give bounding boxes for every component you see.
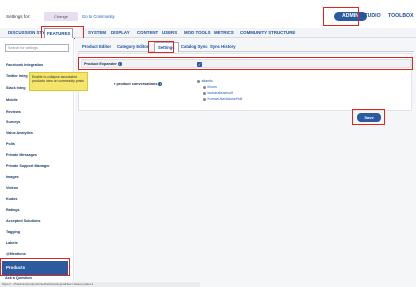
sidebar-item-polls[interactable]: Polls (6, 142, 15, 146)
tab-system[interactable]: SYSTEM (88, 28, 106, 38)
sidebar-item-videos[interactable]: Videos (6, 186, 18, 190)
tab-display[interactable]: DISPLAY (111, 28, 130, 38)
subtab-product-editor[interactable]: Product Editor (82, 42, 111, 52)
sidebar-item-mentions[interactable]: @Mentions (6, 252, 26, 256)
products-highlight (0, 258, 70, 276)
sidebar-item-surveys[interactable]: Surveys (6, 120, 20, 124)
top-bar: Settings for: Change Go to Community ADM… (0, 0, 416, 28)
tree-node-llinum[interactable]: llinum (203, 85, 217, 89)
info-icon[interactable]: i (158, 82, 163, 86)
sidebar-item-facebook[interactable]: Facebook Integration (6, 63, 43, 67)
main-content: Product Editor Category Editor Settings … (75, 38, 416, 287)
sidebar-item-images[interactable]: Images (6, 175, 19, 179)
tree-node-kumaruserabuseholf[interactable]: KumarUserAbuseHolf (203, 97, 242, 101)
node-icon (203, 85, 206, 89)
tree-node-atlantis[interactable]: atlantis (197, 79, 213, 83)
admin-highlight (323, 7, 359, 26)
sidebar-item-private-messages[interactable]: Private Messages (6, 153, 37, 157)
node-icon (197, 79, 200, 83)
sidebar-item-mobile[interactable]: Mobile (6, 98, 18, 102)
subtab-catalog-sync[interactable]: Catalog Sync (181, 42, 208, 52)
sidebar-item-ratings[interactable]: Ratings (6, 208, 20, 212)
subtab-sync-history[interactable]: Sync History (210, 42, 236, 52)
status-bar: https://.../t5/admin/products/Intel/tabs… (0, 282, 200, 287)
settings-subtab-highlight (148, 41, 174, 53)
product-expander-highlight (78, 57, 413, 70)
tab-community-structure[interactable]: COMMUNITY STRUCTURE (240, 28, 295, 38)
node-icon (203, 97, 206, 101)
tab-content[interactable]: CONTENT (137, 28, 158, 38)
toolbox-nav[interactable]: TOOLBOX (388, 12, 414, 21)
tree-node-kumarabusecolf[interactable]: kumarabusecolf (203, 91, 233, 95)
studio-nav[interactable]: STUDIO (361, 12, 381, 21)
change-button[interactable]: Change (44, 12, 78, 21)
go-to-community-link[interactable]: Go to Community (82, 14, 115, 19)
tab-mod-tools[interactable]: MOD TOOLS (184, 28, 211, 38)
conversations-label: r product conversations i (114, 82, 163, 86)
sidebar-item-reviews[interactable]: Reviews (6, 110, 21, 114)
sidebar-item-slack[interactable]: Slack Integ (6, 86, 25, 90)
save-highlight (352, 109, 385, 125)
node-icon (203, 91, 206, 95)
sidebar-item-ask-question[interactable]: Ask a Question (5, 276, 32, 280)
sidebar-item-tagging[interactable]: Tagging (6, 230, 20, 234)
settings-search-input[interactable]: Search for settings (5, 44, 69, 52)
sub-tab-row: Product Editor Category Editor Settings … (78, 42, 414, 52)
subtab-category-editor[interactable]: Category Editor (117, 42, 148, 52)
settings-for-label: Settings for: (6, 14, 31, 19)
sidebar-item-twitter[interactable]: Twitter Integ (6, 74, 28, 78)
sidebar-item-accepted-solutions[interactable]: Accepted Solutions (6, 219, 40, 223)
tab-users[interactable]: USERS (162, 28, 177, 38)
sidebar-item-labels[interactable]: Labels (6, 241, 18, 245)
sidebar-item-private-support[interactable]: Private Support Manager (6, 164, 50, 168)
sidebar-item-value-analytics[interactable]: Value Analytics (6, 131, 33, 135)
sidebar-item-kudos[interactable]: Kudos (6, 197, 17, 201)
product-expander-tooltip: Enable to collapse associated products v… (29, 72, 88, 91)
tab-metrics[interactable]: METRICS (214, 28, 234, 38)
